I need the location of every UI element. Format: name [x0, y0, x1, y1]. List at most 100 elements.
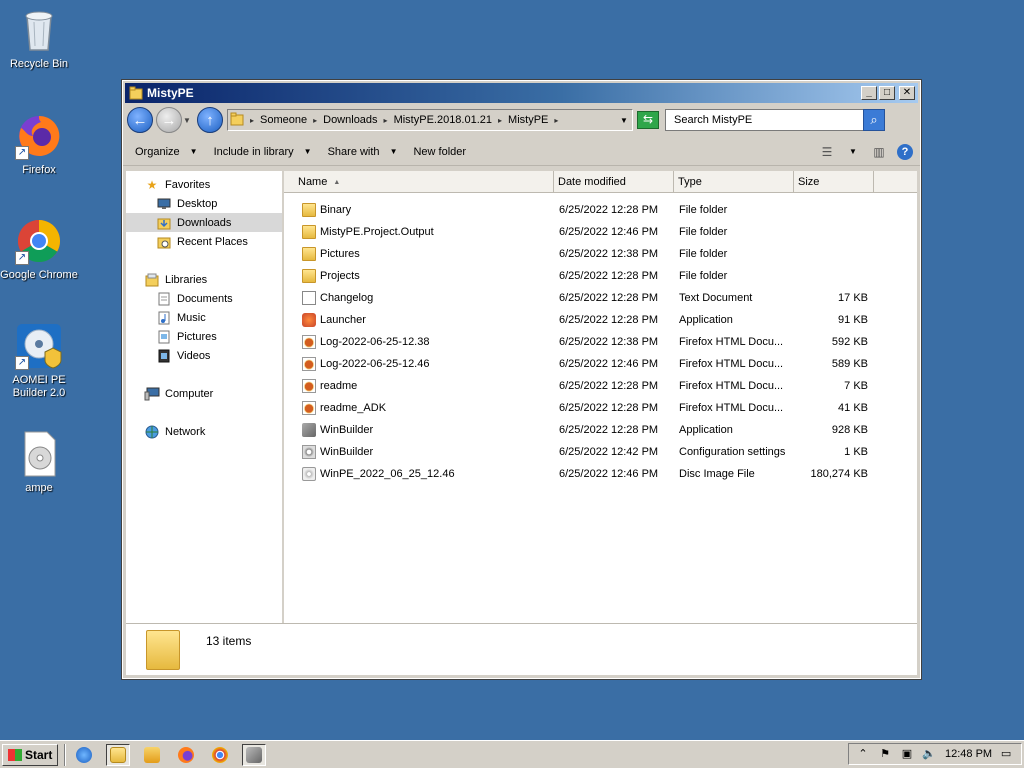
navigation-pane: ★ Favorites Desktop Downloads Recent Plac…	[126, 171, 284, 623]
breadcrumb-separator-icon[interactable]: ▸	[498, 116, 502, 125]
sort-ascending-icon: ▲	[333, 178, 341, 186]
file-name: Pictures	[320, 248, 360, 260]
nav-label: Documents	[177, 292, 233, 305]
clock[interactable]: 12:48 PM	[945, 748, 992, 760]
close-button[interactable]: ✕	[899, 86, 915, 100]
nav-computer[interactable]: Computer	[126, 384, 282, 403]
nav-label: Computer	[165, 387, 214, 400]
back-button[interactable]: ←	[127, 107, 153, 133]
address-bar[interactable]: ▸ Someone ▸ Downloads ▸ MistyPE.2018.01.…	[227, 109, 633, 131]
view-options-dropdown[interactable]: ▼	[842, 142, 864, 162]
nav-favorites[interactable]: ★ Favorites	[126, 175, 282, 194]
start-button[interactable]: Start	[2, 743, 59, 766]
breadcrumb-separator-icon[interactable]: ▸	[554, 116, 558, 125]
quicklaunch-winbuilder[interactable]	[242, 743, 267, 766]
help-button[interactable]: ?	[894, 142, 916, 162]
quicklaunch-media-player[interactable]	[140, 744, 164, 766]
organize-label: Organize	[135, 145, 180, 158]
quicklaunch-chrome[interactable]	[208, 744, 232, 766]
file-row[interactable]: Log-2022-06-25-12.38 6/25/2022 12:38 PM Fi…	[284, 331, 917, 353]
desktop-icon-ampe[interactable]: ampe	[0, 430, 78, 495]
file-row[interactable]: WinBuilder 6/25/2022 12:28 PM Application 9…	[284, 419, 917, 441]
breadcrumb-mistype[interactable]: MistyPE	[508, 114, 548, 126]
file-name-cell: Changelog	[284, 291, 554, 305]
title-bar[interactable]: MistyPE _ □ ✕	[125, 83, 918, 103]
file-row[interactable]: WinPE_2022_06_25_12.46 6/25/2022 12:46 PM…	[284, 463, 917, 485]
search-button[interactable]: ⌕	[863, 109, 885, 131]
file-row[interactable]: Log-2022-06-25-12.46 6/25/2022 12:46 PM Fi…	[284, 353, 917, 375]
arrow-up-icon: ↑	[206, 111, 214, 129]
action-center-flag-icon[interactable]: ⚑	[877, 746, 893, 762]
nav-downloads[interactable]: Downloads	[126, 213, 282, 232]
column-header-type[interactable]: Type	[674, 171, 794, 193]
file-row[interactable]: Binary 6/25/2022 12:28 PM File folder	[284, 199, 917, 221]
file-row[interactable]: Launcher 6/25/2022 12:28 PM Application 91 …	[284, 309, 917, 331]
include-in-library-button[interactable]: Include in library ▼	[206, 146, 320, 158]
libraries-icon	[144, 273, 160, 287]
show-desktop-icon[interactable]: ▭	[998, 746, 1014, 762]
breadcrumb-separator-icon[interactable]: ▸	[384, 116, 388, 125]
file-row[interactable]: Changelog 6/25/2022 12:28 PM Text Document…	[284, 287, 917, 309]
forward-button[interactable]: →	[156, 107, 182, 133]
quicklaunch-internet-explorer[interactable]	[72, 744, 96, 766]
minimize-button[interactable]: _	[861, 86, 877, 100]
breadcrumb-downloads[interactable]: Downloads	[323, 114, 377, 126]
file-name: WinPE_2022_06_25_12.46	[320, 468, 455, 480]
disc-image-icon	[302, 467, 316, 481]
column-header-name[interactable]: Name ▲	[284, 171, 554, 193]
desktop-icon-firefox[interactable]: ↗ Firefox	[0, 112, 78, 177]
volume-muted-icon[interactable]: 🔈	[921, 746, 937, 762]
file-row[interactable]: MistyPE.Project.Output 6/25/2022 12:46 PM…	[284, 221, 917, 243]
show-hidden-icons-button[interactable]: ⌃	[855, 746, 871, 762]
shortcut-arrow-icon: ↗	[15, 356, 29, 370]
nav-recent-places[interactable]: Recent Places	[126, 232, 282, 251]
file-row[interactable]: WinBuilder 6/25/2022 12:42 PM Configuratio…	[284, 441, 917, 463]
file-date: 6/25/2022 12:28 PM	[559, 380, 659, 392]
column-header-size[interactable]: Size	[794, 171, 874, 193]
column-header-date-modified[interactable]: Date modified	[554, 171, 674, 193]
breadcrumb-separator-icon[interactable]: ▸	[250, 116, 254, 125]
up-button[interactable]: ↑	[197, 107, 223, 133]
shortcut-arrow-icon: ↗	[15, 251, 29, 265]
window-title: MistyPE	[147, 86, 194, 100]
file-type: Firefox HTML Docu...	[679, 380, 784, 392]
chevron-down-icon: ▼	[303, 147, 312, 156]
file-type: File folder	[679, 248, 728, 260]
file-name-cell: WinBuilder	[284, 445, 554, 459]
breadcrumb-mistype-2018[interactable]: MistyPE.2018.01.21	[394, 114, 492, 126]
desktop-icon-recycle-bin[interactable]: Recycle Bin	[0, 6, 78, 71]
nav-documents[interactable]: Documents	[126, 289, 282, 308]
recent-pages-dropdown[interactable]: ▼	[183, 116, 193, 125]
nav-music[interactable]: Music	[126, 308, 282, 327]
nav-videos[interactable]: Videos	[126, 346, 282, 365]
address-history-dropdown[interactable]: ▼	[616, 116, 632, 125]
file-row[interactable]: Pictures 6/25/2022 12:38 PM File folder	[284, 243, 917, 265]
file-row[interactable]: readme_ADK 6/25/2022 12:28 PM Firefox HTML…	[284, 397, 917, 419]
nav-libraries[interactable]: Libraries	[126, 270, 282, 289]
change-view-button[interactable]: ☰	[816, 142, 838, 162]
file-name-cell: WinPE_2022_06_25_12.46	[284, 467, 554, 481]
organize-button[interactable]: Organize ▼	[127, 146, 206, 158]
nav-desktop[interactable]: Desktop	[126, 194, 282, 213]
nav-pictures[interactable]: Pictures	[126, 327, 282, 346]
share-with-button[interactable]: Share with ▼	[320, 146, 406, 158]
preview-pane-button[interactable]: ▥	[868, 142, 890, 162]
breadcrumb-separator-icon[interactable]: ▸	[313, 116, 317, 125]
quicklaunch-firefox[interactable]	[174, 744, 198, 766]
maximize-button[interactable]: □	[879, 86, 895, 100]
desktop-icon-google-chrome[interactable]: ↗ Google Chrome	[0, 217, 78, 282]
search-icon: ⌕	[870, 112, 878, 127]
breadcrumb-someone[interactable]: Someone	[260, 114, 307, 126]
quicklaunch-explorer[interactable]	[106, 743, 131, 766]
search-input[interactable]	[672, 113, 852, 127]
file-name: Binary	[320, 204, 352, 216]
file-row[interactable]: Projects 6/25/2022 12:28 PM File folder	[284, 265, 917, 287]
new-folder-button[interactable]: New folder	[405, 146, 474, 158]
refresh-button[interactable]: ⇆	[637, 111, 659, 129]
chevron-down-icon: ▼	[389, 147, 398, 156]
file-row[interactable]: readme 6/25/2022 12:28 PM Firefox HTML Doc…	[284, 375, 917, 397]
desktop-icon-aomei-pe-builder[interactable]: ↗ AOMEI PE Builder 2.0	[0, 322, 78, 400]
nav-network[interactable]: Network	[126, 422, 282, 441]
network-icon[interactable]: ▣	[899, 746, 915, 762]
search-box[interactable]: ⌕	[665, 109, 885, 131]
